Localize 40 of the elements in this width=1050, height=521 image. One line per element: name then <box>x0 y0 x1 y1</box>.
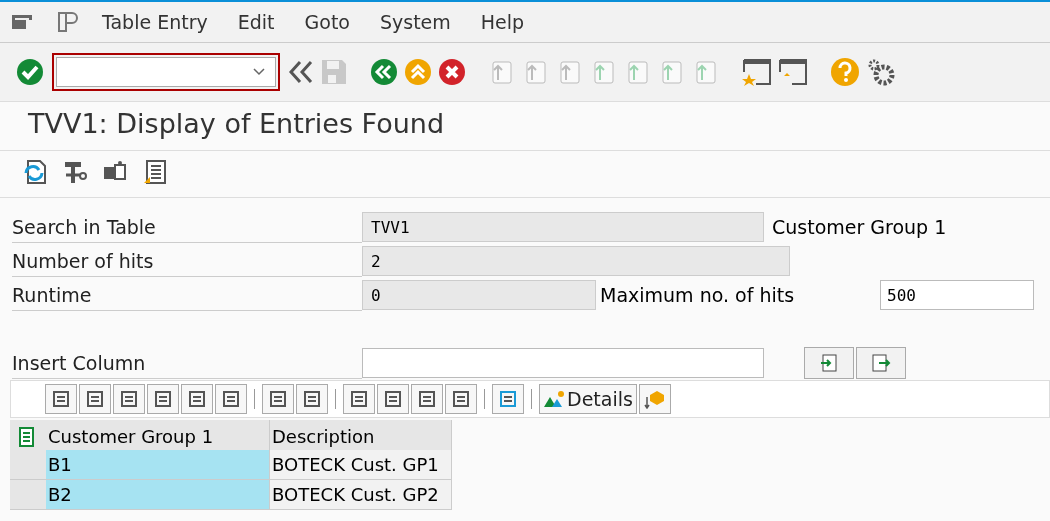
table-cell: B1 <box>46 450 270 480</box>
sort-button[interactable] <box>638 384 671 414</box>
screen-title: TVV1: Display of Entries Found <box>0 102 1050 151</box>
readonly-field: TVV1 <box>362 212 764 242</box>
input-field[interactable] <box>362 348 764 378</box>
window-arrow-icon[interactable] <box>778 58 808 86</box>
document-list-icon[interactable] <box>142 159 168 185</box>
input-field[interactable]: 500 <box>880 280 1034 310</box>
refresh-document-icon[interactable] <box>22 159 48 185</box>
table-cell: BOTECK Cust. GP2 <box>270 480 452 510</box>
readonly-field: 2 <box>362 246 790 276</box>
table-cell: BOTECK Cust. GP1 <box>270 450 452 480</box>
field-label: Search in Table <box>12 211 362 243</box>
field-label: Insert Column <box>12 347 362 379</box>
check-icon[interactable] <box>16 58 44 86</box>
menu-item[interactable]: System <box>379 11 451 33</box>
insert-button[interactable] <box>804 347 854 379</box>
document-arrow-icon <box>871 353 891 373</box>
details-button[interactable]: Details <box>539 384 637 414</box>
field-label: Maximum no. of hits <box>600 284 796 306</box>
back-icon[interactable] <box>370 58 398 86</box>
table-description: Customer Group 1 <box>772 216 947 238</box>
tools-icon[interactable] <box>62 159 88 185</box>
window-star-icon[interactable] <box>742 58 772 86</box>
menu-icon[interactable] <box>10 13 34 31</box>
shapes-icon <box>543 390 565 408</box>
field-label: Number of hits <box>12 245 362 277</box>
double-chevron-left-icon[interactable] <box>288 60 314 84</box>
menu-item[interactable]: Edit <box>237 11 275 33</box>
arrow-box-icon <box>643 389 666 409</box>
field-label: Runtime <box>12 279 362 311</box>
readonly-field: 0 <box>362 280 596 310</box>
logo-icon <box>56 11 80 33</box>
menu-item[interactable]: Table Entry <box>102 11 208 33</box>
table-cell: B2 <box>46 480 270 510</box>
insert-button[interactable] <box>856 347 906 379</box>
cancel-icon[interactable] <box>438 58 466 86</box>
menu-item[interactable]: Goto <box>304 11 350 33</box>
menu-item[interactable]: Help <box>480 11 525 33</box>
caret-icon <box>253 68 265 76</box>
